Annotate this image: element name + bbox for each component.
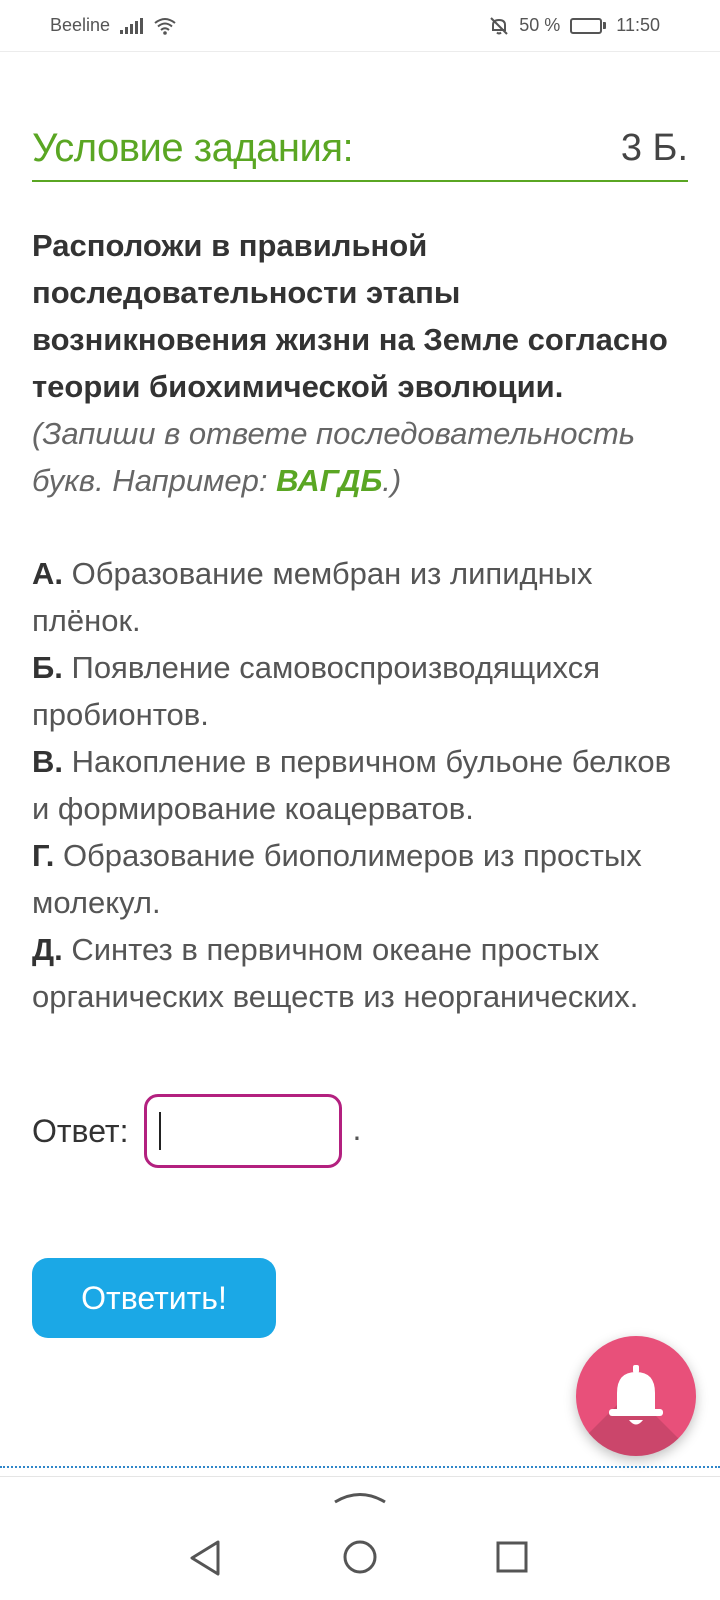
task-header: Условие задания: 3 Б. — [32, 116, 688, 182]
home-icon[interactable] — [342, 1539, 378, 1575]
status-left: Beeline — [50, 15, 177, 36]
back-icon[interactable] — [188, 1539, 222, 1577]
answer-trailing-dot: . — [352, 1111, 362, 1147]
wifi-icon — [154, 17, 176, 35]
option-letter: А. — [32, 556, 63, 591]
chevron-up-icon[interactable] — [333, 1489, 387, 1505]
answer-input[interactable] — [144, 1094, 343, 1168]
status-bar: Beeline 50 % 11:50 — [0, 0, 720, 52]
option-item: Г. Образование биополимеров из простых м… — [32, 832, 688, 926]
recent-apps-icon[interactable] — [496, 1541, 528, 1573]
options-list: А. Образование мембран из липидных плёно… — [32, 550, 688, 1020]
option-text: Образование мембран из липидных плёнок. — [32, 556, 593, 638]
carrier-name: Beeline — [50, 15, 111, 35]
submit-button[interactable]: Ответить! — [32, 1258, 276, 1338]
option-item: А. Образование мембран из липидных плёно… — [32, 550, 688, 644]
option-item: Б. Появление самовоспроизводящихся проби… — [32, 644, 688, 738]
status-right: 50 % 11:50 — [489, 15, 660, 36]
task-header-title: Условие задания: — [32, 125, 354, 170]
battery-percent: 50 % — [519, 15, 561, 35]
clock: 11:50 — [616, 15, 660, 35]
answer-row: Ответ: . — [32, 1094, 688, 1168]
option-text: Появление самовоспроизводящихся пробионт… — [32, 650, 600, 732]
option-text: Накопление в первичном бульоне белков и … — [32, 744, 672, 826]
task-points: 3 Б. — [620, 126, 688, 169]
bell-off-icon — [490, 16, 508, 35]
option-letter: Г. — [32, 838, 55, 873]
page-divider — [0, 1466, 720, 1468]
task-question: Расположи в правильной последовательност… — [32, 222, 688, 504]
signal-icon — [120, 17, 144, 34]
bell-icon — [609, 1365, 663, 1425]
text-caret — [159, 1112, 162, 1150]
option-item: Д. Синтез в первичном океане простых орг… — [32, 926, 688, 1020]
task-content: Условие задания: 3 Б. Расположи в правил… — [32, 52, 688, 1338]
option-item: В. Накопление в первичном бульоне белков… — [32, 738, 688, 832]
battery-icon — [570, 17, 607, 34]
hint-suffix: .) — [382, 463, 402, 498]
option-letter: Б. — [32, 650, 63, 685]
hint-example: ВАГДБ — [276, 463, 383, 498]
notifications-fab[interactable] — [576, 1336, 696, 1456]
answer-label: Ответ: — [32, 1112, 129, 1149]
hint-text: (Запиши в ответе последовательность букв… — [32, 416, 635, 498]
option-letter: В. — [32, 744, 63, 779]
option-text: Синтез в первичном океане простых органи… — [32, 932, 639, 1014]
option-letter: Д. — [32, 932, 63, 967]
option-text: Образование биополимеров из простых моле… — [32, 838, 642, 920]
question-text: Расположи в правильной последовательност… — [32, 228, 668, 404]
system-nav-bar — [0, 1476, 720, 1600]
